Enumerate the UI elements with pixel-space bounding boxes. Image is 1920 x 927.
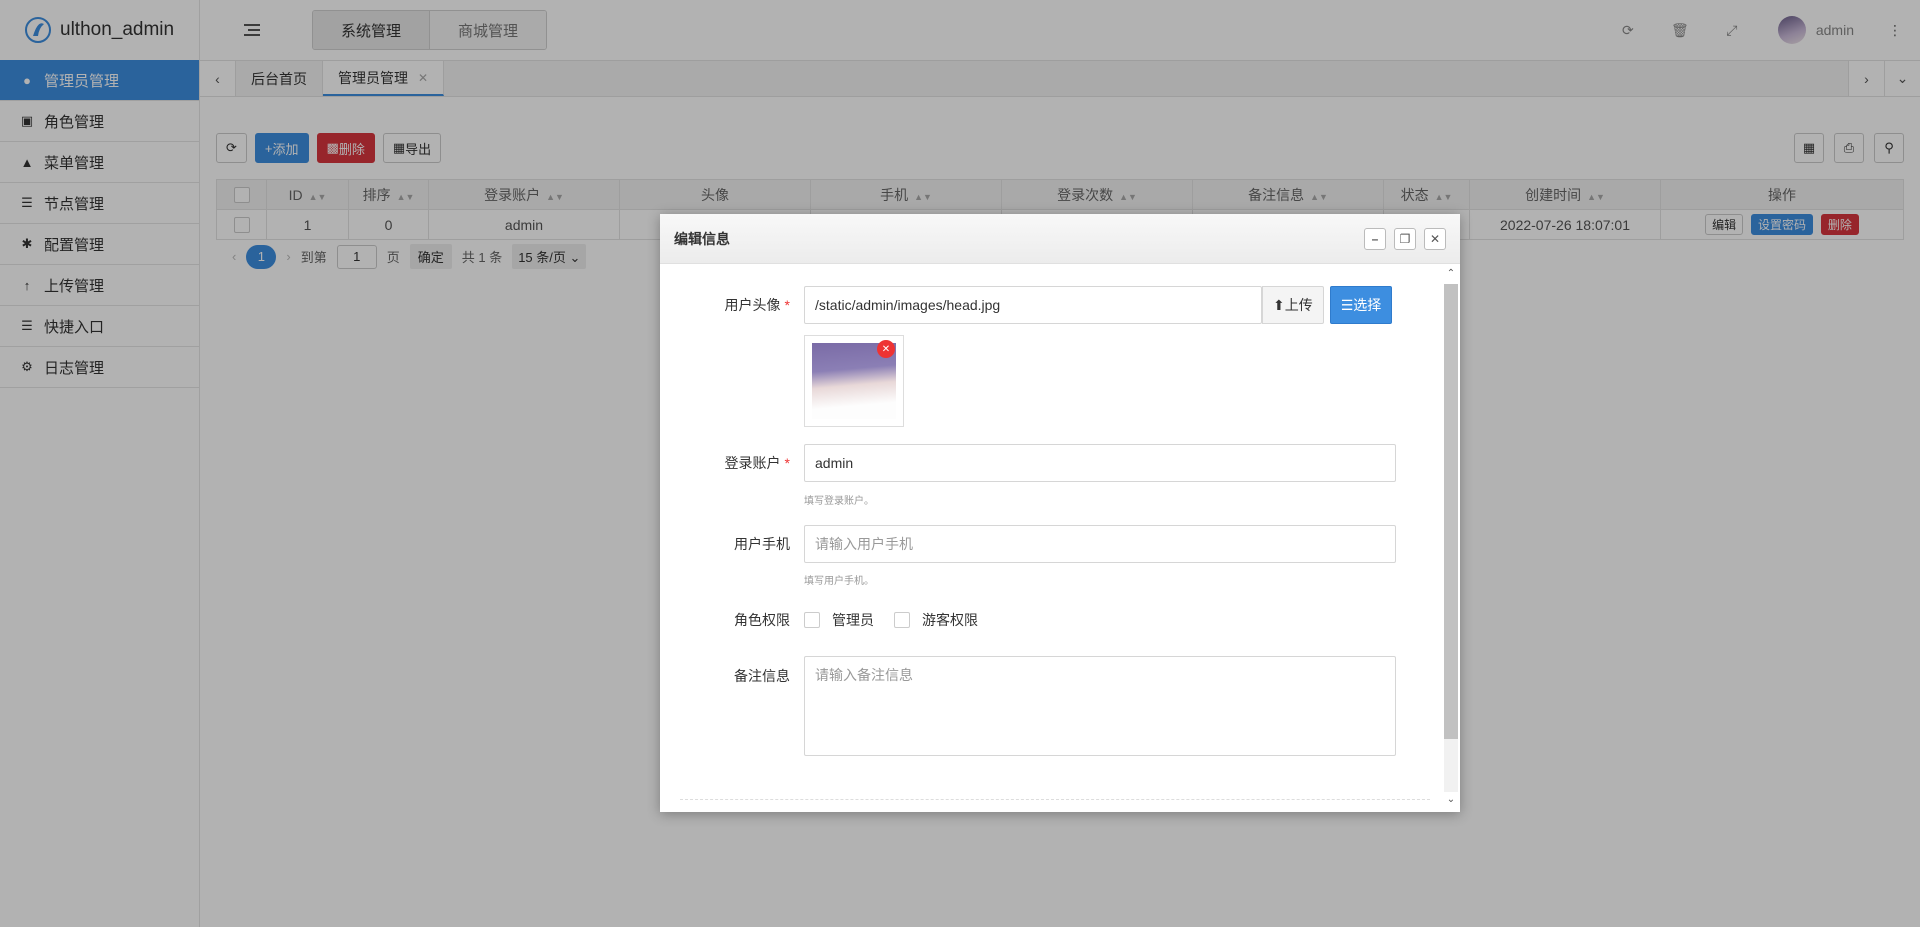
remove-avatar-icon[interactable]: ✕ [877,340,895,358]
role-admin-checkbox[interactable]: 管理员 [804,610,874,630]
form-divider [680,799,1430,800]
role-label: 角色权限 [734,612,790,628]
account-input[interactable]: admin [804,444,1396,482]
role-options: 管理员 游客权限 [804,610,998,630]
scroll-up-icon[interactable]: ⌃ [1444,268,1458,282]
account-label: 登录账户 * [660,453,794,473]
remark-label: 备注信息 [734,668,790,684]
phone-row: 用户手机 请输入用户手机 [660,525,1420,563]
upload-button[interactable]: ⬆ 上传 [1262,286,1324,324]
checkbox[interactable] [894,612,910,628]
avatar-preview: ✕ [804,335,904,427]
avatar-path-input[interactable]: /static/admin/images/head.jpg [804,286,1262,324]
list-icon: ☰ [1340,296,1354,313]
upload-label: 上传 [1284,297,1313,313]
scroll-down-icon[interactable]: ⌄ [1444,794,1458,808]
remark-row: 备注信息 请输入备注信息 [660,656,1420,756]
choose-label: 选择 [1353,297,1382,313]
role-guest-checkbox[interactable]: 游客权限 [894,610,978,630]
modal-scrollbar[interactable]: ⌃ ⌄ [1444,268,1458,808]
label-text: 用户头像 [724,297,781,313]
label-text: 登录账户 [724,455,781,471]
phone-hint: 填写用户手机。 [804,576,874,587]
edit-modal: 编辑信息 – ❐ ✕ ⌃ ⌄ 用户头像 * /static/admin/image… [660,214,1460,812]
modal-header: 编辑信息 – ❐ ✕ [660,214,1460,264]
phone-label: 用户手机 [734,536,790,552]
avatar-control: /static/admin/images/head.jpg ⬆ 上传 ☰ 选择 [804,286,1393,324]
modal-body: ⌃ ⌄ 用户头像 * /static/admin/images/head.jpg … [660,264,1460,812]
close-icon[interactable]: ✕ [1424,227,1446,250]
role-row: 角色权限 管理员 游客权限 [660,610,1420,630]
remark-textarea[interactable]: 请输入备注信息 [804,656,1396,756]
phone-input[interactable]: 请输入用户手机 [804,525,1396,563]
required-mark: * [784,297,790,313]
scroll-track[interactable] [1444,284,1458,792]
account-hint: 填写登录账户。 [804,496,874,507]
checkbox[interactable] [804,612,820,628]
maximize-icon[interactable]: ❐ [1394,227,1416,250]
choose-button[interactable]: ☰ 选择 [1329,286,1393,324]
account-row: 登录账户 * admin [660,444,1420,482]
minimize-icon[interactable]: – [1364,227,1386,250]
required-mark: * [784,455,790,471]
modal-title: 编辑信息 [674,230,730,247]
avatar-label: 用户头像 * [660,295,794,315]
checkbox-label: 管理员 [832,612,874,628]
avatar-row: 用户头像 * /static/admin/images/head.jpg ⬆ 上传 … [660,286,1420,324]
upload-icon: ⬆ [1273,296,1285,313]
scroll-thumb[interactable] [1444,284,1458,739]
checkbox-label: 游客权限 [922,612,978,628]
